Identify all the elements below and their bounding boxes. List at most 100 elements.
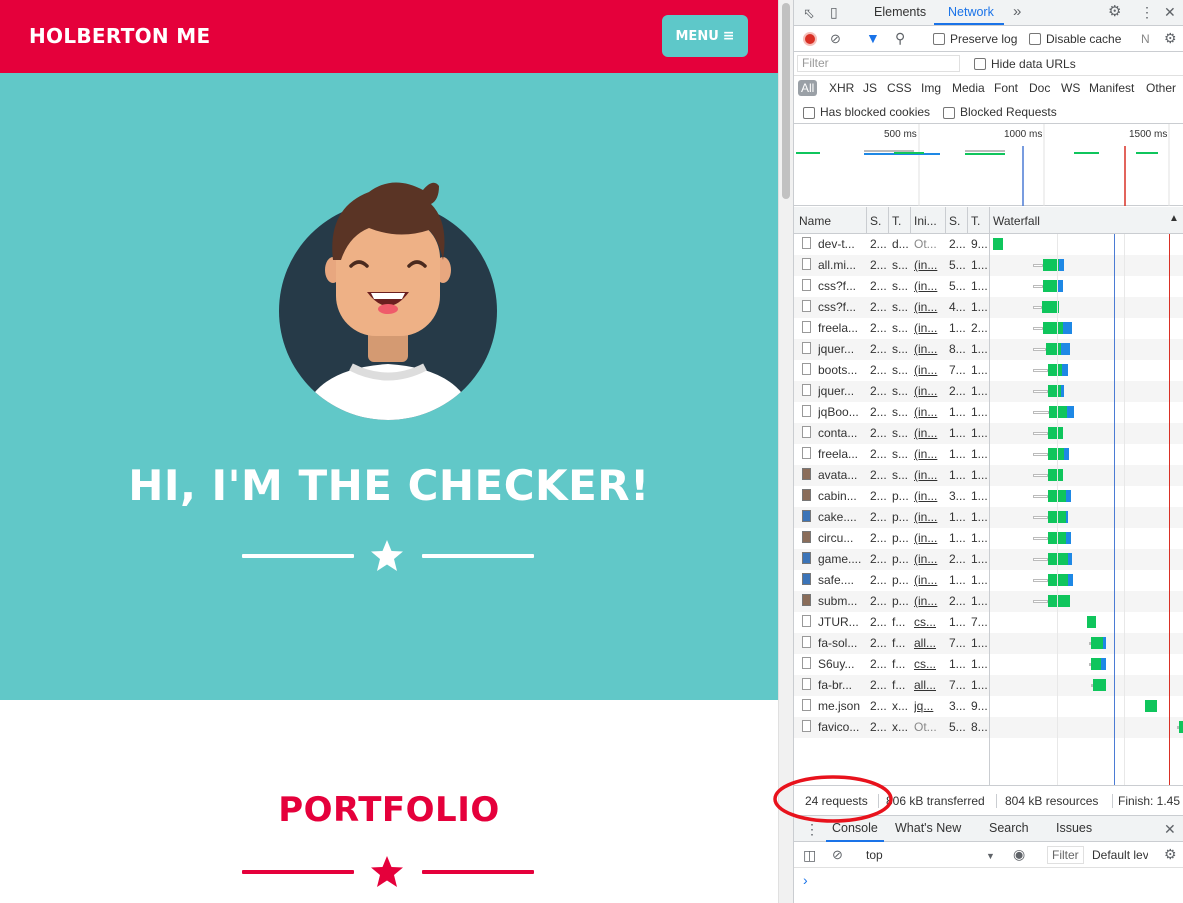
table-row[interactable]: jquer... 2... s... (in... 8... 1... xyxy=(794,339,1183,360)
clear-console-icon[interactable]: ⊘ xyxy=(832,848,843,862)
sidebar-toggle-icon[interactable]: ◫ xyxy=(803,848,816,862)
table-row[interactable]: cake.... 2... p... (in... 1... 1... xyxy=(794,507,1183,528)
col-time[interactable]: T. xyxy=(971,214,980,228)
request-initiator[interactable]: (in... xyxy=(914,447,944,461)
preserve-log-checkbox[interactable] xyxy=(933,33,945,45)
table-row[interactable]: freela... 2... s... (in... 1... 2... xyxy=(794,318,1183,339)
type-filter-manifest[interactable]: Manifest xyxy=(1089,81,1134,95)
filter-icon[interactable]: ▼ xyxy=(866,31,880,45)
type-filter-xhr[interactable]: XHR xyxy=(829,81,854,95)
type-filter-media[interactable]: Media xyxy=(952,81,985,95)
gear-icon[interactable]: ⚙ xyxy=(1108,4,1121,19)
request-initiator[interactable]: all... xyxy=(914,678,944,692)
type-filter-ws[interactable]: WS xyxy=(1061,81,1080,95)
table-row[interactable]: jquer... 2... s... (in... 2... 1... xyxy=(794,381,1183,402)
context-select[interactable]: top xyxy=(866,848,883,862)
table-row[interactable]: dev-t... 2... d... Ot... 2... 9... xyxy=(794,234,1183,255)
col-name[interactable]: Name xyxy=(799,214,831,228)
type-filter-js[interactable]: JS xyxy=(863,81,877,95)
request-initiator[interactable]: (in... xyxy=(914,342,944,356)
tab-elements[interactable]: Elements xyxy=(874,5,926,19)
hide-data-urls-checkbox[interactable] xyxy=(974,58,986,70)
col-type[interactable]: T. xyxy=(892,214,901,228)
blocked-requests-checkbox[interactable] xyxy=(943,107,955,119)
type-filter-font[interactable]: Font xyxy=(994,81,1018,95)
type-filter-css[interactable]: CSS xyxy=(887,81,912,95)
table-row[interactable]: fa-sol... 2... f... all... 7... 1... xyxy=(794,633,1183,654)
col-status[interactable]: S. xyxy=(870,214,881,228)
search-icon[interactable]: ⚲ xyxy=(895,31,905,45)
tab-network[interactable]: Network xyxy=(948,5,994,19)
tab-issues[interactable]: Issues xyxy=(1056,821,1092,835)
tab-search[interactable]: Search xyxy=(989,821,1029,835)
request-initiator[interactable]: (in... xyxy=(914,279,944,293)
table-row[interactable]: circu... 2... p... (in... 1... 1... xyxy=(794,528,1183,549)
clear-icon[interactable]: ⊘ xyxy=(830,32,841,46)
table-row[interactable]: css?f... 2... s... (in... 5... 1... xyxy=(794,276,1183,297)
table-row[interactable]: css?f... 2... s... (in... 4... 1... xyxy=(794,297,1183,318)
table-row[interactable]: conta... 2... s... (in... 1... 1... xyxy=(794,423,1183,444)
col-waterfall[interactable]: Waterfall xyxy=(993,214,1040,228)
table-row[interactable]: JTUR... 2... f... cs... 1... 7... xyxy=(794,612,1183,633)
table-row[interactable]: safe.... 2... p... (in... 1... 1... xyxy=(794,570,1183,591)
table-row[interactable]: game.... 2... p... (in... 2... 1... xyxy=(794,549,1183,570)
console-settings-gear-icon[interactable]: ⚙ xyxy=(1164,847,1177,861)
toolbar-overflow[interactable]: N xyxy=(1141,32,1150,46)
filter-input[interactable]: Filter xyxy=(797,55,960,72)
request-initiator[interactable]: (in... xyxy=(914,363,944,377)
table-row[interactable]: freela... 2... s... (in... 1... 1... xyxy=(794,444,1183,465)
col-size[interactable]: S. xyxy=(949,214,960,228)
request-initiator[interactable]: (in... xyxy=(914,258,944,272)
sort-arrow-icon[interactable]: ▲ xyxy=(1169,213,1179,224)
table-row[interactable]: S6uy... 2... f... cs... 1... 1... xyxy=(794,654,1183,675)
disable-cache-checkbox[interactable] xyxy=(1029,33,1041,45)
request-initiator[interactable]: (in... xyxy=(914,510,944,524)
drawer-menu-icon[interactable]: ⋮ xyxy=(805,822,819,836)
record-icon[interactable] xyxy=(803,32,817,46)
network-overview[interactable]: 500 ms 1000 ms 1500 ms xyxy=(794,124,1183,206)
table-row[interactable]: fa-br... 2... f... all... 7... 1... xyxy=(794,675,1183,696)
device-toolbar-icon[interactable]: ▯ xyxy=(830,5,838,19)
request-initiator[interactable]: (in... xyxy=(914,594,944,608)
request-initiator[interactable]: (in... xyxy=(914,426,944,440)
menu-button[interactable]: MENU ≡ xyxy=(662,15,748,57)
request-initiator[interactable]: (in... xyxy=(914,300,944,314)
network-settings-gear-icon[interactable]: ⚙ xyxy=(1164,31,1177,45)
close-icon[interactable]: ✕ xyxy=(1164,5,1176,19)
more-tabs-icon[interactable]: » xyxy=(1013,4,1021,19)
console-filter-input[interactable]: Filter xyxy=(1047,846,1084,864)
request-initiator[interactable]: cs... xyxy=(914,615,944,629)
chevron-down-icon[interactable]: ▼ xyxy=(986,849,995,863)
scrollbar-thumb[interactable] xyxy=(782,3,790,199)
request-initiator[interactable]: cs... xyxy=(914,657,944,671)
log-levels-select[interactable]: Default lev xyxy=(1092,848,1148,862)
brand-logo[interactable]: HOLBERTON ME xyxy=(29,24,210,48)
table-row[interactable]: boots... 2... s... (in... 7... 1... xyxy=(794,360,1183,381)
table-row[interactable]: me.json 2... x... jq... 3... 9... xyxy=(794,696,1183,717)
request-initiator[interactable]: (in... xyxy=(914,489,944,503)
request-initiator[interactable]: (in... xyxy=(914,321,944,335)
request-initiator[interactable]: (in... xyxy=(914,573,944,587)
close-drawer-icon[interactable]: ✕ xyxy=(1164,822,1176,836)
type-filter-img[interactable]: Img xyxy=(921,81,941,95)
col-initiator[interactable]: Ini... xyxy=(914,214,937,228)
request-initiator[interactable]: (in... xyxy=(914,384,944,398)
request-initiator[interactable]: (in... xyxy=(914,552,944,566)
eye-icon[interactable]: ◉ xyxy=(1013,847,1025,861)
table-row[interactable]: subm... 2... p... (in... 2... 1... xyxy=(794,591,1183,612)
more-options-icon[interactable]: ⋮ xyxy=(1140,5,1154,19)
type-filter-all[interactable]: All xyxy=(798,80,818,96)
page-scrollbar[interactable] xyxy=(778,0,793,903)
table-row[interactable]: cabin... 2... p... (in... 3... 1... xyxy=(794,486,1183,507)
has-blocked-cookies-checkbox[interactable] xyxy=(803,107,815,119)
inspect-element-icon[interactable]: ⬁ xyxy=(803,6,815,20)
request-initiator[interactable]: jq... xyxy=(914,699,944,713)
request-initiator[interactable]: (in... xyxy=(914,405,944,419)
table-row[interactable]: favico... 2... x... Ot... 5... 8... xyxy=(794,717,1183,738)
console-prompt-icon[interactable]: › xyxy=(803,872,808,888)
table-row[interactable]: jqBoo... 2... s... (in... 1... 1... xyxy=(794,402,1183,423)
request-initiator[interactable]: (in... xyxy=(914,468,944,482)
tab-whats-new[interactable]: What's New xyxy=(895,821,961,835)
request-initiator[interactable]: (in... xyxy=(914,531,944,545)
type-filter-doc[interactable]: Doc xyxy=(1029,81,1050,95)
